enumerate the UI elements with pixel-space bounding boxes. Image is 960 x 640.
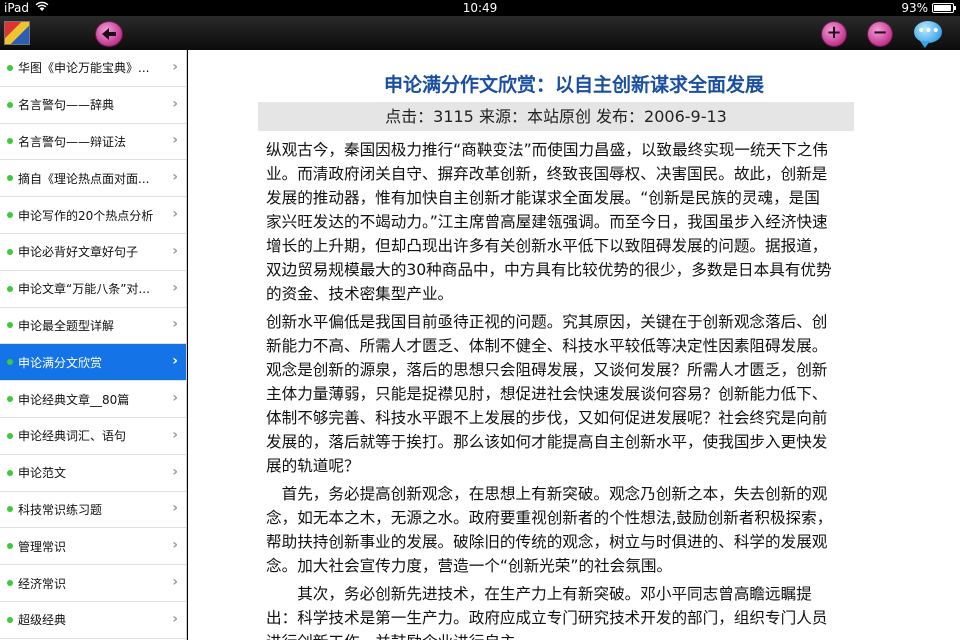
sidebar-item[interactable]: 申论范文 ›	[0, 455, 186, 492]
sidebar: 华图《申论万能宝典》... › 名言警句——辞典 › 名言警句——辩证法 › 摘自《理论热点…	[0, 50, 187, 640]
sidebar-item-label: 申论最全题型详解	[18, 318, 115, 333]
sidebar-item[interactable]: 申论文章“万能八条”对... ›	[0, 271, 186, 308]
status-bar: iPad 10:49 93%	[0, 0, 960, 16]
chevron-right-icon: ›	[172, 574, 178, 591]
battery-level	[934, 5, 951, 11]
status-time: 10:49	[462, 1, 498, 15]
bullet-icon	[7, 616, 13, 623]
chevron-right-icon: ›	[172, 353, 178, 370]
chevron-right-icon: ›	[172, 58, 178, 75]
bullet-icon	[7, 285, 13, 292]
zoom-out-icon[interactable]: −	[868, 22, 892, 46]
chevron-right-icon: ›	[172, 426, 178, 443]
bullet-icon	[7, 212, 13, 219]
battery-percent: 93%	[901, 1, 928, 15]
sidebar-item-label: 名言警句——辩证法	[18, 134, 127, 149]
bullet-icon	[7, 432, 13, 439]
bullet-icon	[7, 101, 13, 108]
article-paragraph: 创新水平偏低是我国目前亟待正视的问题。究其原因，关键在于创新观念落后、创新能力不…	[266, 313, 828, 475]
sidebar-item-label: 申论范文	[18, 466, 67, 481]
sidebar-item[interactable]: 申论经典词汇、语句 ›	[0, 418, 186, 455]
toolbar: + − •••	[0, 16, 960, 50]
app-logo-icon[interactable]	[4, 21, 30, 45]
chevron-right-icon: ›	[172, 390, 178, 407]
article-paragraph: 首先，务必提高创新观念，在思想上有新突破。观念乃创新之本，失去创新的观念，如无本…	[266, 485, 833, 575]
bullet-icon	[7, 248, 13, 255]
battery-icon	[932, 3, 956, 13]
bullet-icon	[7, 64, 13, 71]
sidebar-item[interactable]: 科技常识练习题 ›	[0, 492, 186, 529]
sidebar-item[interactable]: 名言警句——辞典 ›	[0, 87, 186, 124]
bullet-icon	[7, 506, 13, 513]
bullet-icon	[7, 469, 13, 476]
sidebar-item[interactable]: 华图《申论万能宝典》... ›	[0, 50, 186, 87]
sidebar-item[interactable]: 摘自《理论热点面对面... ›	[0, 160, 186, 198]
chevron-right-icon: ›	[172, 610, 178, 627]
chevron-right-icon: ›	[172, 537, 178, 554]
sidebar-item[interactable]: 申论必背好文章好句子 ›	[0, 234, 186, 271]
sidebar-item[interactable]: 申论经典文章__80篇 ›	[0, 381, 186, 418]
sidebar-item-label: 摘自《理论热点面对面...	[18, 171, 150, 186]
chevron-right-icon: ›	[172, 169, 178, 186]
sidebar-item-label: 超级经典	[18, 613, 67, 628]
chevron-right-icon: ›	[172, 242, 178, 259]
article-view: 申论满分作文欣赏：以自主创新谋求全面发展 点击：3115 来源：本站原创 发布：…	[188, 50, 960, 640]
article-title: 申论满分作文欣赏：以自主创新谋求全面发展	[383, 74, 764, 96]
chevron-right-icon: ›	[172, 500, 178, 517]
sidebar-item-label: 经济常识	[18, 576, 67, 591]
status-right: 93%	[901, 0, 956, 16]
bullet-icon	[7, 175, 13, 182]
bullet-icon	[7, 543, 13, 550]
chevron-right-icon: ›	[172, 463, 178, 480]
sidebar-item[interactable]: 申论写作的20个热点分析 ›	[0, 197, 186, 234]
sidebar-item-label: 申论文章“万能八条”对...	[18, 282, 150, 297]
bullet-icon	[7, 322, 13, 329]
sidebar-item-label: 申论必背好文章好句子	[18, 245, 139, 260]
zoom-in-icon[interactable]: +	[822, 22, 846, 46]
article-meta: 点击：3115 来源：本站原创 发布：2006-9-13	[258, 102, 854, 131]
sidebar-item[interactable]: 超级经典 ›	[0, 602, 186, 639]
sidebar-item-label: 管理常识	[18, 539, 67, 554]
chevron-right-icon: ›	[172, 316, 178, 333]
sidebar-item-label: 名言警句——辞典	[18, 98, 115, 113]
sidebar-item[interactable]: 申论满分文欣赏 ›	[0, 344, 186, 382]
sidebar-item-label: 申论满分文欣赏	[18, 355, 103, 370]
bullet-icon	[7, 396, 13, 403]
bullet-icon	[7, 138, 13, 145]
article-paragraph: 其次，务必创新先进技术，在生产力上有新突破。邓小平同志曾高瞻远瞩提出：科学技术是…	[266, 585, 828, 640]
bullet-icon	[7, 580, 13, 587]
sidebar-item-label: 申论经典文章__80篇	[18, 392, 130, 407]
bullet-icon	[7, 359, 13, 366]
back-arrow-icon[interactable]	[96, 22, 122, 46]
chevron-right-icon: ›	[172, 95, 178, 112]
sidebar-item-label: 申论写作的20个热点分析	[18, 208, 154, 223]
sidebar-item-label: 科技常识练习题	[18, 502, 103, 517]
sidebar-item[interactable]: 申论最全题型详解 ›	[0, 308, 186, 345]
sidebar-item-label: 申论经典词汇、语句	[18, 429, 127, 444]
article-paragraph: 纵观古今，秦国因极力推行“商鞅变法”而使国力昌盛，以致最终实现一统天下之伟业。而…	[266, 141, 832, 303]
chevron-right-icon: ›	[172, 279, 178, 296]
sidebar-item-label: 华图《申论万能宝典》...	[18, 61, 150, 76]
sidebar-item[interactable]: 经济常识 ›	[0, 565, 186, 602]
sidebar-item[interactable]: 名言警句——辩证法 ›	[0, 124, 186, 161]
chevron-right-icon: ›	[172, 132, 178, 149]
sidebar-item[interactable]: 管理常识 ›	[0, 528, 186, 566]
article-body: 纵观古今，秦国因极力推行“商鞅变法”而使国力昌盛，以致最终实现一统天下之伟业。而…	[266, 138, 834, 640]
chevron-right-icon: ›	[172, 206, 178, 223]
comment-icon[interactable]: •••	[914, 21, 942, 48]
